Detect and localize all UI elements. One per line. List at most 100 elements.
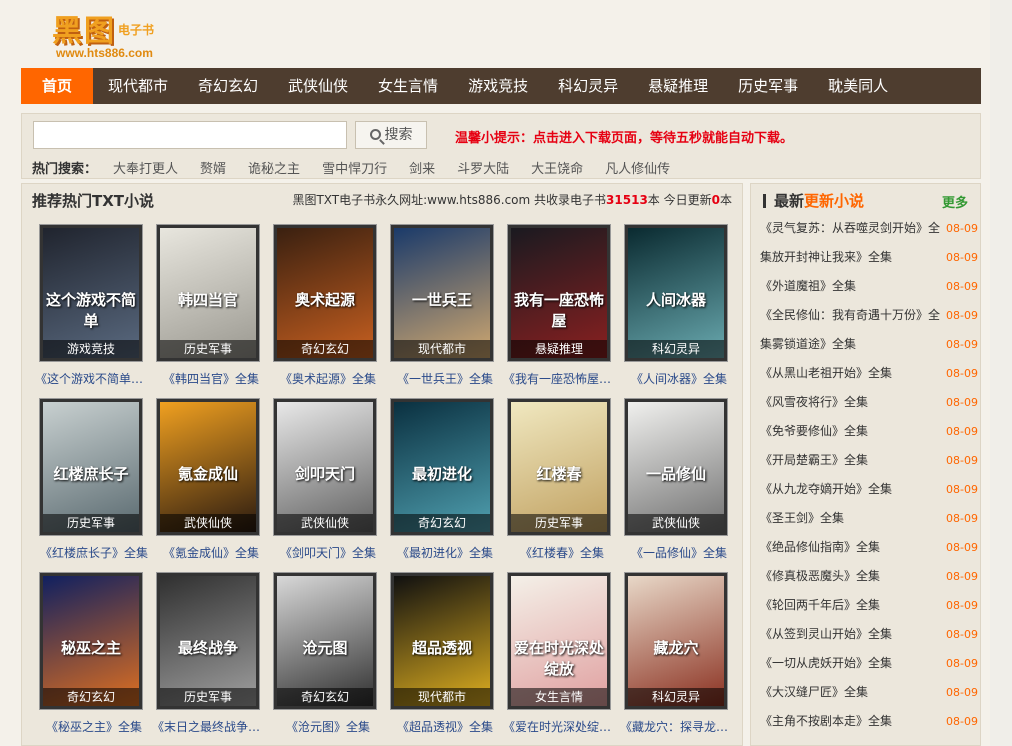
book-cover[interactable]: 一世兵王 现代都市	[390, 224, 494, 362]
logo-url: www.hts886.com	[56, 46, 153, 60]
book-cover[interactable]: 沧元图 奇幻玄幻	[273, 572, 377, 710]
book-cover[interactable]: 红楼春 历史军事	[507, 398, 611, 536]
nav-item[interactable]: 武侠仙侠	[273, 68, 363, 104]
book-title-link[interactable]: 《氪金成仙》全集	[152, 544, 270, 561]
cover-title: 秘巫之主	[60, 639, 121, 657]
latest-item-date: 08-09	[946, 541, 978, 554]
nav-item[interactable]: 悬疑推理	[633, 68, 723, 104]
latest-item-link[interactable]: 《大汉缝尸匠》全集	[760, 678, 944, 707]
book-cover[interactable]: 这个游戏不简单 游戏竞技	[39, 224, 143, 362]
latest-item-link[interactable]: 集雾锁道途》全集	[760, 330, 944, 359]
latest-item-link[interactable]: 《开局楚霸王》全集	[760, 446, 944, 475]
book-cover[interactable]: 氪金成仙 武侠仙侠	[156, 398, 260, 536]
book-cover[interactable]: 一品修仙 武侠仙侠	[624, 398, 728, 536]
book-cover[interactable]: 人间冰器 科幻灵异	[624, 224, 728, 362]
nav-item[interactable]: 科幻灵异	[543, 68, 633, 104]
book-title-link[interactable]: 《爱在时光深处绽放》全集	[503, 718, 621, 735]
book-title-link[interactable]: 《奥术起源》全集	[269, 370, 387, 387]
nav-item[interactable]: 历史军事	[723, 68, 813, 104]
search-button[interactable]: 搜索	[355, 121, 427, 149]
hot-search-item[interactable]: 诡秘之主	[248, 158, 300, 177]
latest-item-link[interactable]: 《圣王剑》全集	[760, 504, 944, 533]
latest-item-link[interactable]: 《轮回两千年后》全集	[760, 591, 944, 620]
latest-item-link[interactable]: 《灵气复苏：从吞噬灵剑开始》全	[760, 214, 944, 243]
latest-item-link[interactable]: 《免爷要修仙》全集	[760, 417, 944, 446]
book-cover[interactable]: 韩四当官 历史军事	[156, 224, 260, 362]
nav-home[interactable]: 首页	[21, 68, 93, 104]
book-cover[interactable]: 爱在时光深处绽放 女生言情	[507, 572, 611, 710]
latest-item-date: 08-09	[946, 570, 978, 583]
book-title-link[interactable]: 《人间冰器》全集	[620, 370, 738, 387]
search-icon	[369, 129, 381, 140]
hot-search-item[interactable]: 大王饶命	[531, 158, 583, 177]
book-title-link[interactable]: 《最初进化》全集	[386, 544, 504, 561]
download-tip: 温馨小提示：点击进入下载页面，等待五秒就能自动下载。	[455, 131, 794, 146]
latest-item-link[interactable]: 《绝品修仙指南》全集	[760, 533, 944, 562]
book-cover[interactable]: 藏龙穴 科幻灵异	[624, 572, 728, 710]
book-cover[interactable]: 红楼庶长子 历史军事	[39, 398, 143, 536]
book-cover[interactable]: 我有一座恐怖屋 悬疑推理	[507, 224, 611, 362]
book-title-link[interactable]: 《沧元图》全集	[269, 718, 387, 735]
book-title-link[interactable]: 《红楼春》全集	[503, 544, 621, 561]
book-card: 一品修仙 武侠仙侠 《一品修仙》全集	[624, 398, 730, 560]
book-card: 韩四当官 历史军事 《韩四当官》全集	[156, 224, 262, 386]
hot-search-item[interactable]: 赘婿	[200, 158, 226, 177]
book-card: 爱在时光深处绽放女生言情《爱在时光深处绽放》全集	[503, 572, 621, 734]
hot-search-item[interactable]: 大奉打更人	[113, 158, 178, 177]
book-title-link[interactable]: 《这个游戏不简单》全集	[35, 370, 153, 387]
nav-item[interactable]: 现代都市	[93, 68, 183, 104]
nav-item[interactable]: 游戏竞技	[453, 68, 543, 104]
book-category: 历史军事	[43, 514, 139, 532]
book-category: 奇幻玄幻	[43, 688, 139, 706]
hot-search-item[interactable]: 剑来	[409, 158, 435, 177]
latest-item: 《全民修仙：我有奇遇十万份》全 08-09	[760, 301, 978, 330]
nav-item[interactable]: 女生言情	[363, 68, 453, 104]
latest-item-link[interactable]: 《外道魔祖》全集	[760, 272, 944, 301]
book-cover[interactable]: 最初进化 奇幻玄幻	[390, 398, 494, 536]
hot-search-item[interactable]: 斗罗大陆	[457, 158, 509, 177]
hot-search-item[interactable]: 雪中悍刀行	[322, 158, 387, 177]
latest-item: 《主角不按剧本走》全集 08-09	[760, 707, 978, 736]
book-title-link[interactable]: 《一品修仙》全集	[620, 544, 738, 561]
latest-item-link[interactable]: 《从签到灵山开始》全集	[760, 620, 944, 649]
latest-item: 《从签到灵山开始》全集 08-09	[760, 620, 978, 649]
page-scrollbar[interactable]	[990, 0, 1012, 746]
latest-item-link[interactable]: 《修真极恶魔头》全集	[760, 562, 944, 591]
latest-item-link[interactable]: 《一切从虎妖开始》全集	[760, 649, 944, 678]
book-cover[interactable]: 最终战争 历史军事	[156, 572, 260, 710]
latest-item-date: 08-09	[946, 483, 978, 496]
cover-title: 红楼春	[536, 465, 582, 483]
search-input[interactable]	[33, 121, 347, 149]
latest-item-date: 08-09	[946, 280, 978, 293]
latest-item-link[interactable]: 集放开封神让我来》全集	[760, 243, 944, 272]
cover-title: 奥术起源	[294, 291, 355, 309]
book-cover[interactable]: 剑叩天门 武侠仙侠	[273, 398, 377, 536]
book-cover[interactable]: 超品透视 现代都市	[390, 572, 494, 710]
book-title-link[interactable]: 《秘巫之主》全集	[35, 718, 153, 735]
book-cover[interactable]: 秘巫之主 奇幻玄幻	[39, 572, 143, 710]
latest-item-link[interactable]: 《全民修仙：我有奇遇十万份》全	[760, 301, 944, 330]
more-link[interactable]: 更多	[942, 192, 968, 211]
book-title-link[interactable]: 《我有一座恐怖屋》全集	[503, 370, 621, 387]
book-title-link[interactable]: 《红楼庶长子》全集	[35, 544, 153, 561]
book-title-link[interactable]: 《韩四当官》全集	[152, 370, 270, 387]
latest-item: 《风雪夜将行》全集 08-09	[760, 388, 978, 417]
book-title-link[interactable]: 《末日之最终战争》全集	[152, 718, 270, 735]
nav-item[interactable]: 耽美同人	[813, 68, 903, 104]
latest-item-link[interactable]: 《主角不按剧本走》全集	[760, 707, 944, 736]
cover-title: 人间冰器	[645, 291, 706, 309]
book-cover[interactable]: 奥术起源 奇幻玄幻	[273, 224, 377, 362]
nav-item[interactable]: 奇幻玄幻	[183, 68, 273, 104]
book-title-link[interactable]: 《剑叩天门》全集	[269, 544, 387, 561]
site-logo[interactable]: 黑图 电子书 www.hts886.com	[52, 6, 202, 62]
latest-item-link[interactable]: 《从九龙夺嫡开始》全集	[760, 475, 944, 504]
latest-item-link[interactable]: 《风雪夜将行》全集	[760, 388, 944, 417]
latest-item: 《大汉缝尸匠》全集 08-09	[760, 678, 978, 707]
latest-item-link[interactable]: 《从黑山老祖开始》全集	[760, 359, 944, 388]
book-title-link[interactable]: 《一世兵王》全集	[386, 370, 504, 387]
book-title-link[interactable]: 《超品透视》全集	[386, 718, 504, 735]
book-category: 武侠仙侠	[160, 514, 256, 532]
book-title-link[interactable]: 《藏龙穴：探寻龙脉》全集	[620, 718, 738, 735]
latest-updates: 最新更新小说 更多 《灵气复苏：从吞噬灵剑开始》全 08-09 集放开封神让我来》全…	[750, 183, 981, 746]
hot-search-item[interactable]: 凡人修仙传	[605, 158, 670, 177]
